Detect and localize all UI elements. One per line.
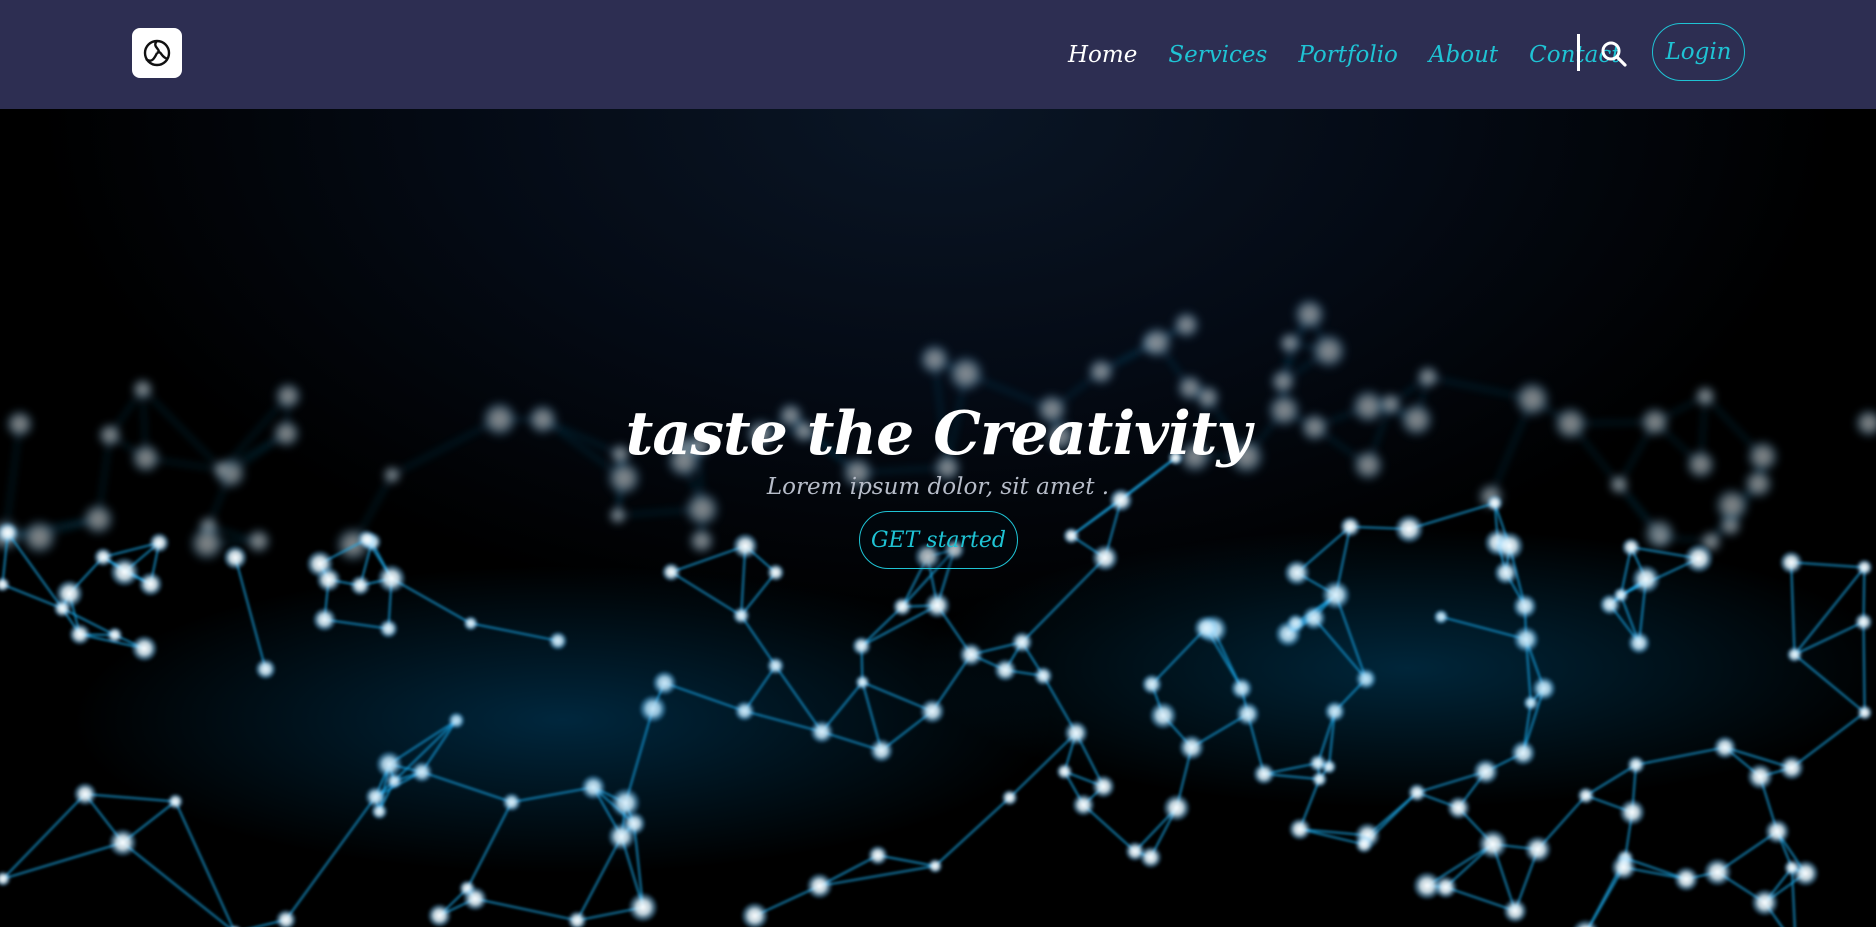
- mesh-far-node: [1140, 325, 1175, 360]
- nav-links: Home Services Portfolio About Contact: [1068, 0, 1651, 109]
- login-button[interactable]: Login: [1652, 23, 1745, 81]
- hero-section: taste the Creativity Lorem ipsum dolor, …: [0, 109, 1876, 927]
- mesh-far-node: [1292, 297, 1327, 332]
- logo[interactable]: [132, 28, 182, 78]
- mesh-far-node: [130, 377, 155, 402]
- mesh-far-node: [946, 354, 986, 394]
- search-button[interactable]: [1598, 38, 1630, 70]
- nav-divider: [1577, 34, 1580, 71]
- mesh-far-node: [1277, 331, 1302, 356]
- mesh-far-node: [1171, 310, 1202, 340]
- mesh-far-node: [1309, 331, 1348, 370]
- search-icon: [1601, 41, 1627, 67]
- get-started-button[interactable]: GET started: [859, 511, 1018, 569]
- mesh-far-node: [1415, 364, 1441, 390]
- nav-link-home[interactable]: Home: [1068, 42, 1137, 68]
- mesh-far-node: [1175, 373, 1205, 403]
- nav-link-services[interactable]: Services: [1168, 42, 1267, 68]
- hero-subtitle: Lorem ipsum dolor, sit amet .: [766, 474, 1110, 500]
- nav-link-portfolio[interactable]: Portfolio: [1298, 42, 1398, 68]
- hero-title: taste the Creativity: [625, 399, 1252, 470]
- nav-link-about[interactable]: About: [1429, 42, 1498, 68]
- navbar: Home Services Portfolio About Contact Lo…: [0, 0, 1876, 109]
- mesh-far-node: [917, 342, 952, 377]
- mesh-far-node: [1269, 367, 1297, 396]
- swirl-logo-icon: [143, 39, 171, 67]
- mesh-far-node: [1086, 357, 1116, 387]
